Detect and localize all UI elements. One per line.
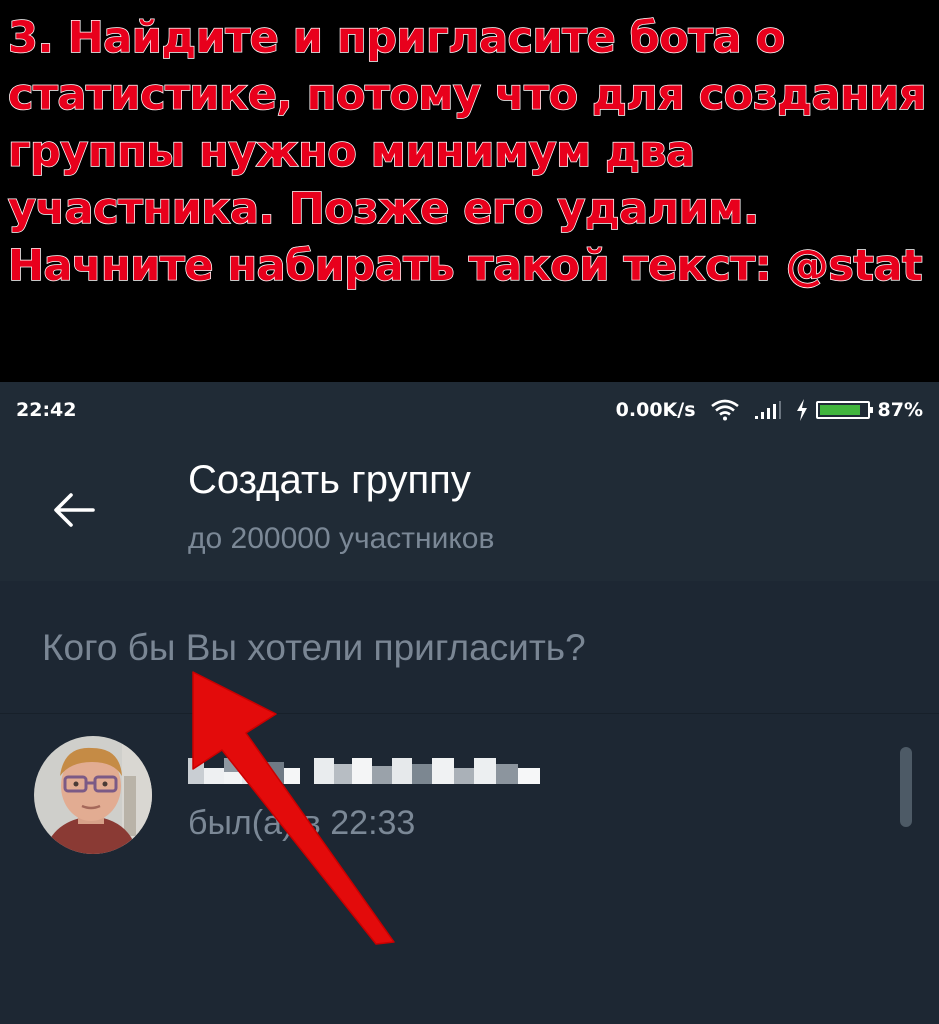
page-subtitle: до 200000 участников [188,522,495,555]
battery-percent: 87% [877,399,923,421]
phone-screen: 22:42 0.00K/s 87% Создать группу до 2000… [0,382,939,1024]
instruction-text: 3. Найдите и пригласите бота о статистик… [7,12,927,292]
invite-search-input[interactable] [42,623,902,673]
contact-name-redacted [188,758,540,784]
avatar [34,736,152,854]
signal-icon [754,401,781,419]
back-button[interactable] [48,484,100,536]
status-time: 22:42 [16,399,77,421]
arrow-left-icon [54,493,95,527]
divider [0,713,939,714]
app-header: Создать группу до 200000 участников [0,436,939,581]
contact-last-seen: был(а) в 22:33 [188,804,416,842]
network-speed: 0.00K/s [615,399,696,421]
battery-indicator: 87% [796,399,923,421]
status-indicators: 0.00K/s 87% [616,399,923,421]
contact-list-item[interactable]: был(а) в 22:33 [0,722,939,854]
status-bar: 22:42 0.00K/s 87% [0,382,939,436]
charging-bolt-icon [796,399,807,421]
page-title: Создать группу [188,458,471,502]
instruction-banner: 3. Найдите и пригласите бота о статистик… [0,0,939,382]
battery-icon [815,401,873,419]
invite-search-area [0,581,939,713]
battery-level-fill [819,405,860,415]
scrollbar[interactable] [900,747,912,827]
wifi-icon [710,399,739,421]
